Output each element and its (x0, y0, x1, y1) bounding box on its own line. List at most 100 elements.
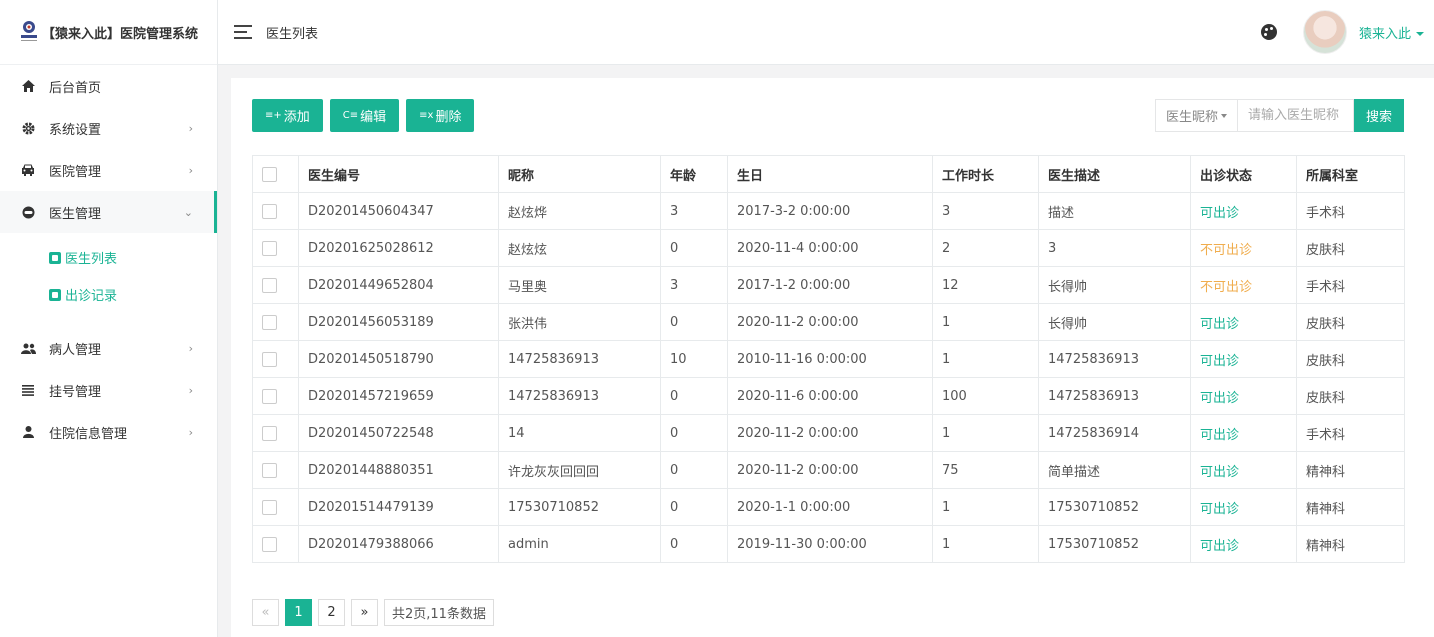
doctor-id-cell: D20201450518790 (298, 340, 499, 378)
work-years-cell: 1 (932, 525, 1039, 563)
table-row[interactable]: D20201450604347 赵炫烨 3 2017-3-2 0:00:00 3 描述 可出… (252, 192, 1405, 230)
sidebar-subitem-label: 医生列表 (65, 252, 118, 267)
prev-page-button[interactable]: « (252, 599, 279, 626)
doctor-id-cell: D20201450604347 (298, 192, 499, 230)
table-row[interactable]: D20201479388066 admin 0 2019-11-30 0:00:00 1… (252, 525, 1405, 563)
sidebar-item-registration[interactable]: 挂号管理 › (0, 369, 217, 411)
avatar[interactable] (1302, 10, 1347, 54)
nickname-cell: 14 (498, 414, 661, 452)
row-checkbox[interactable] (262, 388, 277, 404)
department-cell: 精神科 (1296, 451, 1405, 489)
table-row[interactable]: D20201456053189 张洪伟 0 2020-11-2 0:00:00 1 长得帅… (252, 303, 1405, 341)
next-page-button[interactable]: » (351, 599, 378, 626)
sidebar-item-home[interactable]: 后台首页 (0, 65, 217, 107)
chevron-right-icon: › (188, 163, 193, 177)
table-row[interactable]: D20201448880351 许龙灰灰回回回 0 2020-11-2 0:00:00… (252, 451, 1405, 489)
toolbar: ≡+ 添加 C≡ 编辑 ≡x 删除 (252, 99, 481, 132)
row-checkbox[interactable] (262, 277, 277, 293)
department-cell: 精神科 (1296, 525, 1405, 563)
select-all-checkbox[interactable] (262, 166, 277, 182)
add-button[interactable]: ≡+ 添加 (252, 99, 323, 132)
row-checkbox[interactable] (262, 499, 277, 515)
age-cell: 0 (660, 451, 728, 489)
sidebar-item-hospital[interactable]: 医院管理 › (0, 149, 217, 191)
chevron-right-icon: › (188, 425, 193, 439)
row-select-cell (252, 525, 299, 563)
age-cell: 0 (660, 488, 728, 526)
delete-button-label: 删除 (435, 110, 462, 125)
table-row[interactable]: D20201457219659 14725836913 0 2020-11-6 0:0… (252, 377, 1405, 415)
age-cell: 0 (660, 414, 728, 452)
sidebar-item-label: 医生管理 (49, 206, 102, 222)
row-select-cell (252, 377, 299, 415)
row-checkbox[interactable] (262, 425, 277, 441)
row-checkbox[interactable] (262, 351, 277, 367)
delete-button[interactable]: ≡x 删除 (406, 99, 475, 132)
sidebar-subitem-doctor-list[interactable]: 医生列表 (0, 239, 217, 276)
row-select-cell (252, 488, 299, 526)
column-header[interactable]: 工作时长 (932, 155, 1039, 193)
row-select-cell (252, 451, 299, 489)
row-checkbox[interactable] (262, 536, 277, 552)
caret-down-icon (1416, 32, 1424, 36)
search-button[interactable]: 搜索 (1354, 99, 1404, 132)
search-input[interactable] (1237, 99, 1354, 132)
sidebar-subitem-visit-records[interactable]: 出诊记录 (0, 276, 217, 313)
nickname-cell: 马里奥 (498, 266, 661, 304)
department-cell: 皮肤科 (1296, 303, 1405, 341)
row-select-cell (252, 192, 299, 230)
menu-toggle-icon[interactable] (234, 25, 252, 39)
row-checkbox[interactable] (262, 240, 277, 256)
search-bar: 医生昵称 搜索 (1154, 99, 1404, 132)
user-menu[interactable]: 猿来入此 (1359, 23, 1424, 42)
row-select-cell (252, 340, 299, 378)
work-years-cell: 3 (932, 192, 1039, 230)
column-header[interactable]: 年龄 (660, 155, 728, 193)
table-row[interactable]: D20201514479139 17530710852 0 2020-1-1 0:00… (252, 488, 1405, 526)
row-select-cell (252, 414, 299, 452)
doctor-id-cell: D20201625028612 (298, 229, 499, 267)
column-header[interactable]: 医生编号 (298, 155, 499, 193)
doctor-id-cell: D20201450722548 (298, 414, 499, 452)
nickname-cell: 17530710852 (498, 488, 661, 526)
sidebar-subitem-label: 出诊记录 (65, 289, 118, 304)
description-cell: 长得帅 (1038, 266, 1191, 304)
sidebar-item-label: 后台首页 (49, 80, 102, 96)
column-header[interactable]: 所属科室 (1296, 155, 1405, 193)
column-header[interactable]: 昵称 (498, 155, 661, 193)
row-checkbox[interactable] (262, 203, 277, 219)
palette-icon[interactable] (1260, 24, 1277, 40)
table-row[interactable]: D20201625028612 赵炫炫 0 2020-11-4 0:00:00 2 3 不可… (252, 229, 1405, 267)
doctor-icon (20, 204, 36, 220)
department-cell: 手术科 (1296, 266, 1405, 304)
pagination-info: 共2页,11条数据 (384, 599, 494, 626)
page-button-1[interactable]: 1 (285, 599, 312, 626)
status-cell: 不可出诊 (1190, 229, 1297, 267)
row-select-cell (252, 229, 299, 267)
search-field-select[interactable]: 医生昵称 (1154, 99, 1237, 132)
description-cell: 14725836913 (1038, 340, 1191, 378)
sidebar-item-system-settings[interactable]: 系统设置 › (0, 107, 217, 149)
column-header[interactable]: 出诊状态 (1190, 155, 1297, 193)
work-years-cell: 12 (932, 266, 1039, 304)
status-cell: 可出诊 (1190, 451, 1297, 489)
page-button-2[interactable]: 2 (318, 599, 345, 626)
edit-button[interactable]: C≡ 编辑 (329, 99, 400, 132)
sidebar-item-inpatient[interactable]: 住院信息管理 › (0, 411, 217, 453)
table-row[interactable]: D20201450518790 14725836913 10 2010-11-16 0… (252, 340, 1405, 378)
work-years-cell: 1 (932, 414, 1039, 452)
table-header-row: 医生编号 昵称 年龄 生日 工作时长 医生描述 出诊状态 所属科室 (252, 155, 1405, 193)
work-years-cell: 1 (932, 303, 1039, 341)
chevron-right-icon: › (188, 121, 193, 135)
column-header[interactable]: 医生描述 (1038, 155, 1191, 193)
table-row[interactable]: D20201450722548 14 0 2020-11-2 0:00:00 1 1472… (252, 414, 1405, 452)
status-cell: 可出诊 (1190, 303, 1297, 341)
age-cell: 0 (660, 229, 728, 267)
row-checkbox[interactable] (262, 314, 277, 330)
sidebar-item-patient[interactable]: 病人管理 › (0, 327, 217, 369)
table-row[interactable]: D20201449652804 马里奥 3 2017-1-2 0:00:00 12 长得帅… (252, 266, 1405, 304)
column-header[interactable]: 生日 (727, 155, 933, 193)
row-checkbox[interactable] (262, 462, 277, 478)
sidebar-item-doctor[interactable]: 医生管理 ⌄ (0, 191, 217, 233)
chevron-right-icon: › (188, 341, 193, 355)
